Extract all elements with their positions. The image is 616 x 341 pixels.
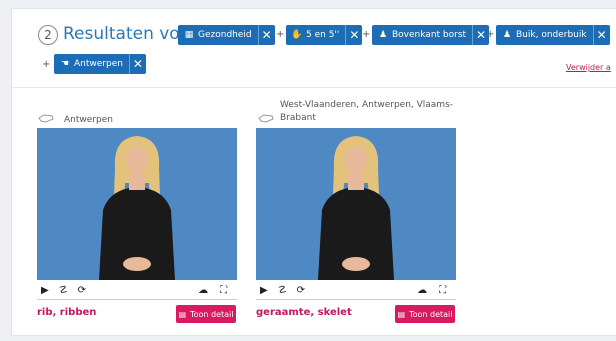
- filter-chip-antwerpen[interactable]: ☚ Antwerpen ✕: [54, 54, 146, 74]
- show-detail-label: Toon detail: [190, 309, 234, 319]
- remove-filter-icon[interactable]: ✕: [128, 54, 146, 74]
- divider: [12, 87, 616, 88]
- filter-label: Buik, onderbuik: [516, 30, 587, 40]
- download-icon[interactable]: ☁: [198, 285, 208, 296]
- show-detail-button[interactable]: ▤ Toon detail: [395, 305, 455, 323]
- play-icon[interactable]: ▶: [41, 285, 49, 296]
- filter-label: Antwerpen: [74, 59, 123, 69]
- video-controls: ▶ ☡ ⟳ ☁ ⛶: [37, 281, 237, 299]
- result-word[interactable]: geraamte, skelet: [256, 307, 352, 318]
- signer-figure: [99, 136, 175, 280]
- hands-icon: [38, 114, 54, 123]
- fullscreen-icon[interactable]: ⛶: [439, 285, 446, 296]
- step-number: 2: [38, 25, 58, 45]
- filter-label: Bovenkant borst: [392, 30, 467, 40]
- person-icon: ♟: [502, 30, 512, 40]
- sign-video[interactable]: [37, 128, 237, 280]
- play-icon[interactable]: ▶: [260, 285, 268, 296]
- seek-bar[interactable]: [256, 299, 456, 300]
- plus-separator: +: [486, 29, 495, 40]
- download-icon[interactable]: ☁: [417, 285, 427, 296]
- repeat-icon[interactable]: ⟳: [297, 285, 305, 296]
- filter-chip-bovenkant-borst[interactable]: ♟ Bovenkant borst ✕: [372, 25, 490, 45]
- plus-separator: +: [276, 29, 285, 40]
- region-label: West-Vlaanderen, Antwerpen, Vlaams-Braba…: [280, 100, 454, 123]
- filter-chip-handshape[interactable]: ✋ 5 en 5'' ✕: [286, 25, 363, 45]
- plus-separator: +: [42, 59, 51, 70]
- remove-all-filters-link[interactable]: Verwijder a: [566, 63, 611, 72]
- fullscreen-icon[interactable]: ⛶: [220, 285, 227, 296]
- remove-filter-icon[interactable]: ✕: [345, 25, 362, 45]
- filter-chip-gezondheid[interactable]: ▦ Gezondheid ✕: [178, 25, 275, 45]
- show-detail-label: Toon detail: [409, 309, 453, 319]
- result-word[interactable]: rib, ribben: [37, 307, 96, 318]
- document-icon: ▤: [397, 309, 406, 319]
- hand-icon: ✋: [291, 30, 303, 40]
- video-controls: ▶ ☡ ⟳ ☁ ⛶: [256, 281, 456, 299]
- slow-motion-icon[interactable]: ☡: [278, 285, 287, 296]
- region-label: Antwerpen: [64, 115, 113, 125]
- person-icon: ♟: [378, 30, 388, 40]
- signer-figure: [318, 136, 394, 280]
- repeat-icon[interactable]: ⟳: [78, 285, 86, 296]
- filter-label: Gezondheid: [198, 30, 252, 40]
- hands-icon: [258, 114, 274, 123]
- filter-chip-buik-onderbuik[interactable]: ♟ Buik, onderbuik ✕: [496, 25, 610, 45]
- plus-separator: +: [362, 29, 371, 40]
- seek-bar[interactable]: [37, 299, 237, 300]
- document-icon: ▤: [178, 309, 187, 319]
- sign-video[interactable]: [256, 128, 456, 280]
- remove-filter-icon[interactable]: ✕: [592, 25, 610, 45]
- slow-motion-icon[interactable]: ☡: [59, 285, 68, 296]
- filter-label: 5 en 5'': [306, 30, 340, 40]
- grid-icon: ▦: [184, 30, 194, 40]
- hands-icon: ☚: [60, 59, 70, 69]
- show-detail-button[interactable]: ▤ Toon detail: [176, 305, 236, 323]
- remove-filter-icon[interactable]: ✕: [257, 25, 275, 45]
